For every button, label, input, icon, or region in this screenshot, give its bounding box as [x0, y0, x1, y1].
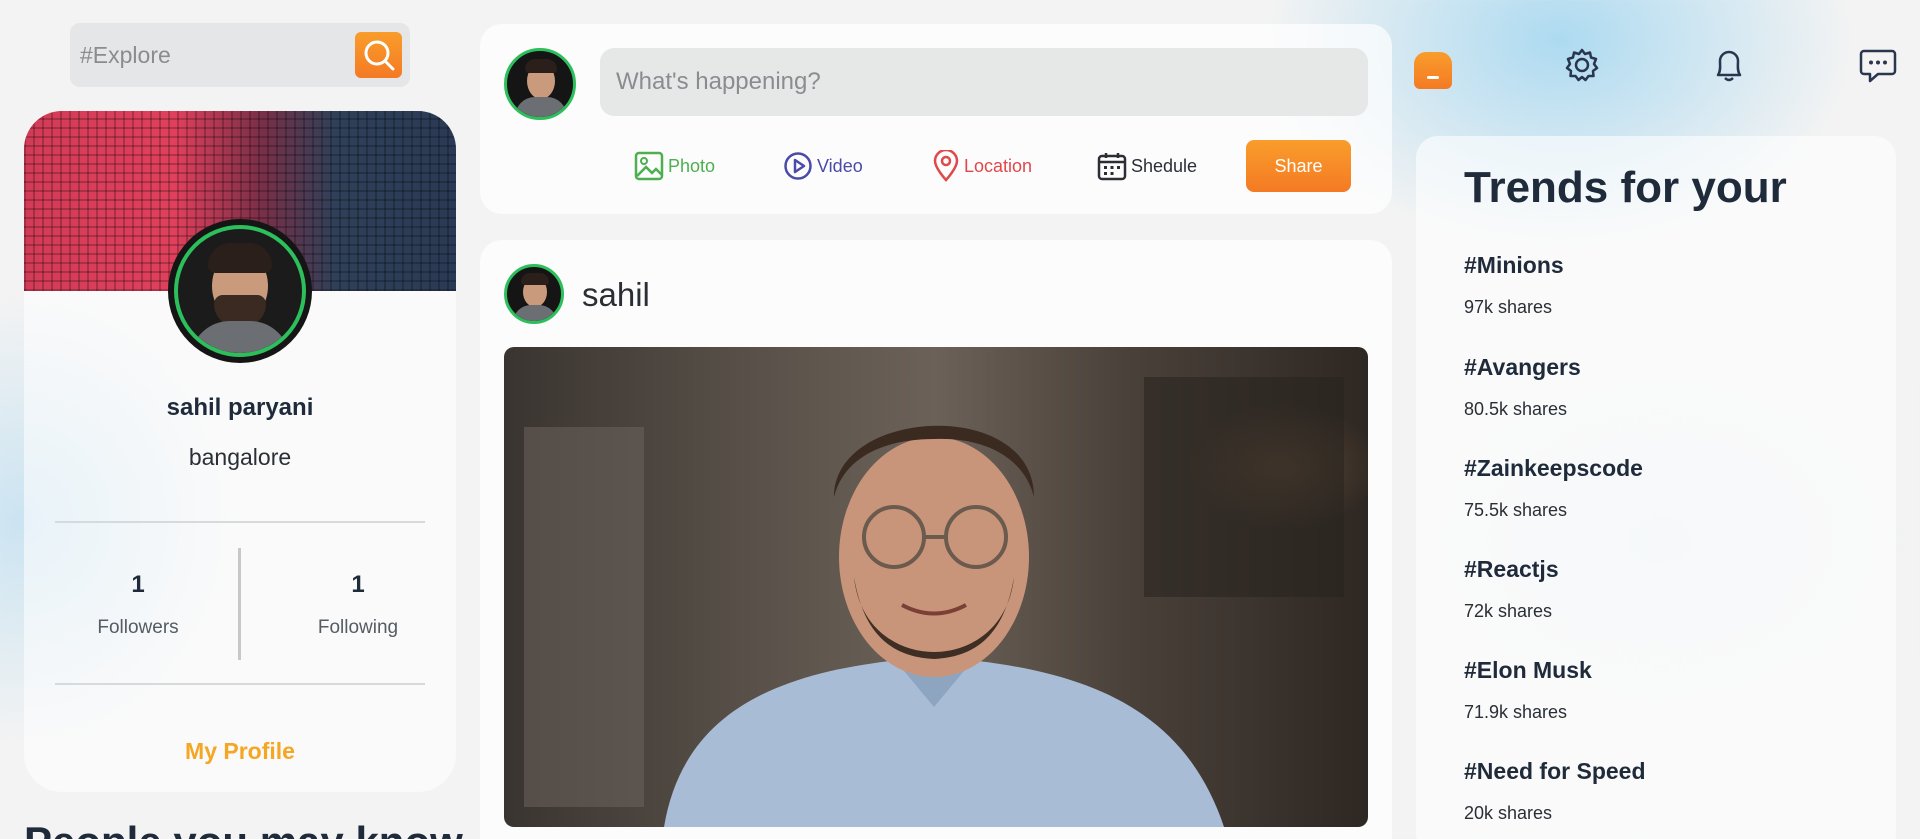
- composer-avatar[interactable]: [504, 48, 576, 120]
- trend-item[interactable]: #Zainkeepscode 75.5k shares: [1464, 455, 1643, 521]
- my-profile-link[interactable]: My Profile: [24, 738, 456, 765]
- following-stat[interactable]: 1 Following: [258, 571, 456, 639]
- location-label: Location: [964, 155, 1033, 176]
- trend-shares: 75.5k shares: [1464, 500, 1568, 520]
- trend-item[interactable]: #Need for Speed 20k shares: [1464, 758, 1646, 824]
- whats-happening-input[interactable]: [600, 48, 1368, 116]
- profile-location: bangalore: [188, 444, 292, 470]
- gear-icon: [1565, 48, 1599, 82]
- bell-icon: [1716, 50, 1742, 82]
- home-icon[interactable]: [1414, 52, 1452, 89]
- trend-tag[interactable]: #Elon Musk: [1464, 657, 1592, 684]
- profile-name: sahil paryani: [166, 394, 314, 421]
- post-author-avatar[interactable]: [504, 264, 564, 324]
- map-pin-icon: [933, 150, 959, 182]
- search-input[interactable]: [80, 41, 340, 69]
- profile-card: sahil paryani bangalore 1 Followers 1 Fo…: [24, 111, 456, 792]
- post-author-name: sahil: [582, 276, 650, 313]
- search-icon: [364, 40, 394, 71]
- trends-title: Trends for your: [1464, 163, 1787, 212]
- trend-tag[interactable]: #Minions: [1464, 252, 1564, 279]
- following-label: Following: [317, 617, 399, 638]
- trend-shares: 80.5k shares: [1464, 399, 1568, 419]
- trend-tag[interactable]: #Reactjs: [1464, 556, 1559, 583]
- post-image[interactable]: [504, 347, 1368, 827]
- calendar-icon: [1097, 153, 1127, 181]
- location-button[interactable]: Location: [932, 148, 1032, 184]
- following-count: 1: [351, 571, 365, 598]
- trend-item[interactable]: #Avangers 80.5k shares: [1464, 354, 1581, 420]
- search-box: [70, 23, 410, 87]
- trend-item[interactable]: #Minions 97k shares: [1464, 252, 1564, 318]
- notifications-button[interactable]: [1707, 43, 1751, 87]
- trend-tag[interactable]: #Avangers: [1464, 354, 1581, 381]
- schedule-label: Shedule: [1131, 155, 1198, 176]
- trend-tag[interactable]: #Zainkeepscode: [1464, 455, 1643, 482]
- settings-button[interactable]: [1560, 43, 1604, 87]
- chat-icon: [1859, 49, 1897, 83]
- trend-shares: 72k shares: [1464, 601, 1553, 621]
- followers-stat[interactable]: 1 Followers: [38, 571, 238, 639]
- people-you-may-know-heading: People you may know: [24, 818, 463, 839]
- share-button[interactable]: Share: [1246, 140, 1351, 192]
- play-circle-icon: [784, 152, 812, 180]
- post-photo-illustration: [524, 377, 1344, 827]
- profile-avatar[interactable]: [168, 219, 312, 363]
- followers-count: 1: [131, 571, 145, 598]
- post-card: sahil: [480, 240, 1392, 839]
- trend-shares: 20k shares: [1464, 803, 1553, 823]
- video-label: Video: [817, 155, 863, 176]
- photo-button[interactable]: Photo: [634, 148, 715, 184]
- video-button[interactable]: Video: [783, 148, 863, 184]
- schedule-button[interactable]: Shedule: [1097, 148, 1197, 184]
- divider: [55, 683, 425, 685]
- search-button[interactable]: [355, 32, 402, 78]
- trend-item[interactable]: #Elon Musk 71.9k shares: [1464, 657, 1592, 723]
- post-composer: Photo Video Location Shedule Share: [480, 24, 1392, 214]
- trend-shares: 71.9k shares: [1464, 702, 1568, 722]
- trend-shares: 97k shares: [1464, 297, 1553, 317]
- messages-button[interactable]: [1856, 43, 1900, 87]
- stats-divider: [238, 548, 241, 660]
- trends-panel: Trends for your #Minions 97k shares #Ava…: [1416, 136, 1896, 839]
- trend-tag[interactable]: #Need for Speed: [1464, 758, 1646, 785]
- divider: [55, 521, 425, 523]
- trend-item[interactable]: #Reactjs 72k shares: [1464, 556, 1559, 622]
- followers-label: Followers: [97, 617, 179, 638]
- photo-label: Photo: [668, 155, 716, 176]
- image-icon: [634, 151, 664, 181]
